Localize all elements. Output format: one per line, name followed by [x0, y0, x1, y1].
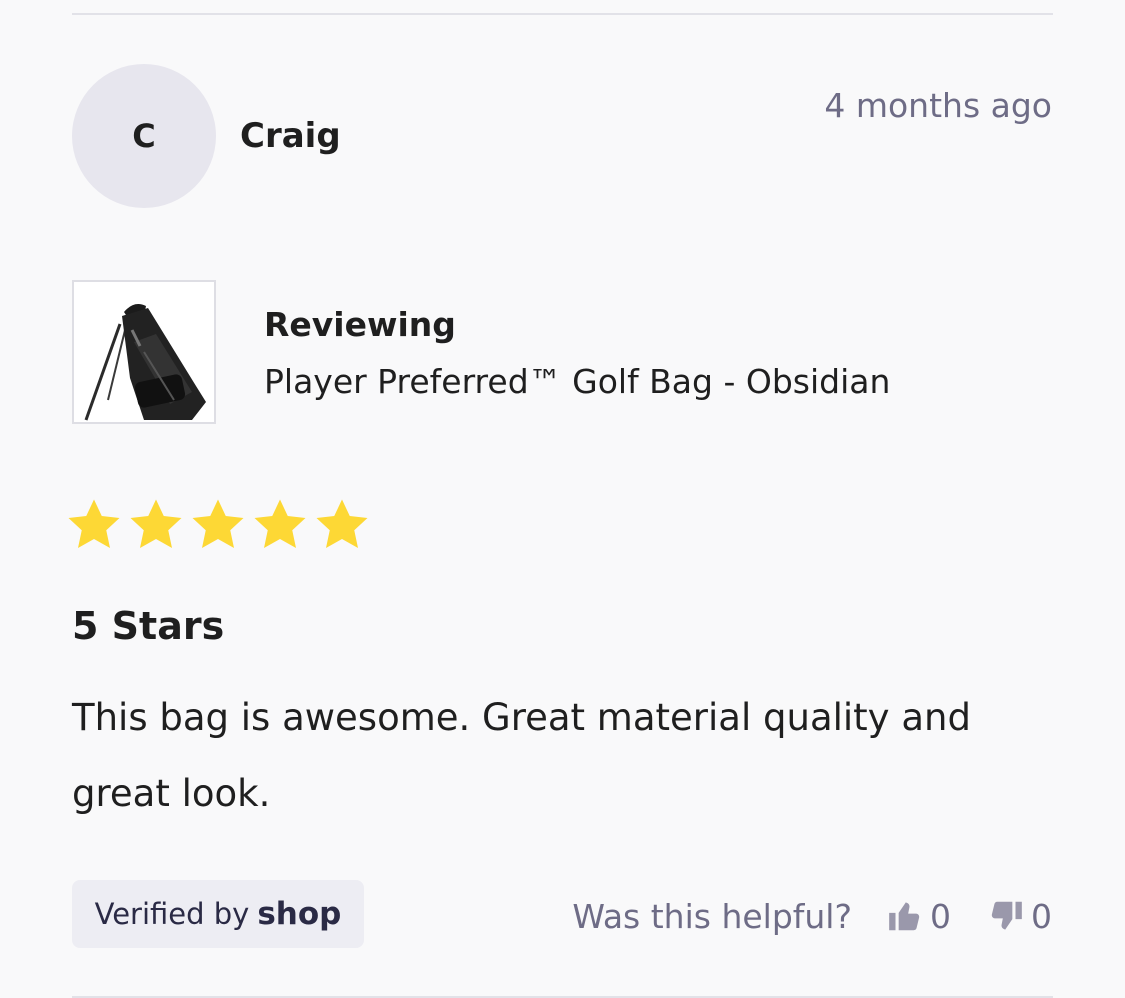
- golf-bag-image: [74, 282, 214, 422]
- star-icon: [126, 495, 186, 555]
- verified-prefix: Verified by: [94, 897, 250, 931]
- avatar: C: [72, 64, 216, 208]
- avatar-initial: C: [132, 117, 156, 155]
- thumbs-up-icon: [886, 897, 930, 935]
- product-thumbnail[interactable]: [72, 280, 216, 424]
- star-rating: [64, 495, 372, 555]
- thumbs-down-icon: [987, 897, 1031, 935]
- star-icon: [64, 495, 124, 555]
- verified-badge: Verified by shop: [72, 880, 364, 948]
- helpful-voting: Was this helpful? 0 0: [572, 888, 1052, 944]
- star-icon: [188, 495, 248, 555]
- shop-logo: shop: [257, 896, 342, 932]
- downvote-button[interactable]: 0: [987, 897, 1052, 936]
- author-name: Craig: [240, 116, 341, 156]
- rating-title: 5 Stars: [72, 604, 225, 648]
- star-icon: [312, 495, 372, 555]
- reviewing-label: Reviewing: [264, 305, 456, 344]
- helpful-prompt: Was this helpful?: [572, 896, 852, 936]
- upvote-button[interactable]: 0: [886, 897, 951, 936]
- product-name-link[interactable]: Player Preferred™ Golf Bag - Obsidian: [264, 362, 890, 401]
- downvote-count: 0: [1031, 896, 1052, 936]
- review-body: This bag is awesome. Great material qual…: [72, 696, 971, 815]
- review-timestamp: 4 months ago: [824, 86, 1052, 125]
- top-divider: [72, 13, 1053, 15]
- star-icon: [250, 495, 310, 555]
- upvote-count: 0: [930, 896, 951, 936]
